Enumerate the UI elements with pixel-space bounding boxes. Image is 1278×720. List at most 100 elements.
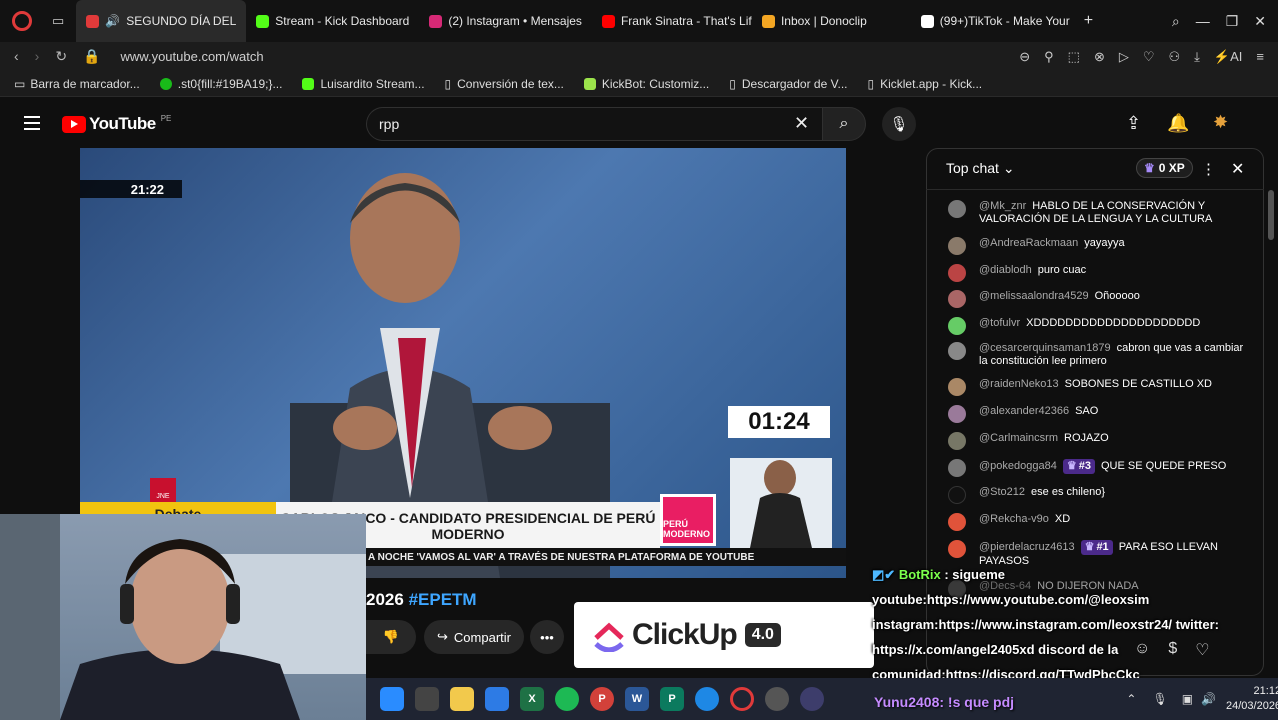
ai-button[interactable]: ⚡AI (1214, 49, 1242, 65)
volume-icon[interactable]: 🔊 (1201, 692, 1216, 706)
chat-message[interactable]: @raidenNeko13 SOBONES DE CASTILLO XD (948, 378, 1248, 396)
chat-message[interactable]: @Rekcha-v9o XD (948, 513, 1248, 531)
chat-message[interactable]: @Sto212 ese es chileno} (948, 486, 1248, 504)
avatar (948, 405, 966, 423)
tab-label: Stream - Kick Dashboard (275, 14, 410, 28)
chat-author: @Carlmaincsrm (979, 432, 1059, 444)
excel-icon[interactable]: X (520, 687, 544, 711)
emoji-icon[interactable]: ☺ (1134, 640, 1150, 660)
chat-author: @Sto212 (979, 486, 1026, 498)
chat-message[interactable]: @alexander42366 SAO (948, 405, 1248, 423)
more-actions-button[interactable]: ••• (530, 620, 564, 654)
stream-chat-overlay: ◩✔ BotRix : sigueme youtube:https://www.… (872, 562, 1232, 687)
dislike-button[interactable]: 👎 (366, 620, 416, 654)
adblock-icon[interactable]: ⊗ (1094, 49, 1105, 65)
calculator-icon[interactable] (415, 687, 439, 711)
mic-tray-icon[interactable]: 🎙 (1152, 692, 1167, 706)
opera-taskbar-icon[interactable] (730, 687, 754, 711)
system-clock[interactable]: 21:12 24/03/2026 (1226, 684, 1278, 714)
share-button[interactable]: ↪ Compartir (424, 620, 524, 654)
overlay-line: instagram:https://www.instagram.com/leox… (872, 617, 1219, 632)
obs-icon[interactable] (765, 687, 789, 711)
opera-logo-icon[interactable] (12, 11, 32, 31)
file-explorer-icon[interactable] (450, 687, 474, 711)
chat-author: @raidenNeko13 (979, 378, 1059, 390)
chat-message[interactable]: @melissaalondra4529 Oñooooo (948, 290, 1248, 308)
more-vertical-icon[interactable]: ⋮ (1201, 160, 1216, 178)
xp-badge[interactable]: ♛ 0 XP (1136, 158, 1193, 178)
minimize-icon[interactable]: — (1196, 13, 1210, 30)
avatar[interactable]: ✸ (1213, 112, 1228, 133)
notifications-bell-icon[interactable]: 🔔 (1167, 113, 1189, 134)
close-chat-icon[interactable]: ✕ (1231, 159, 1244, 179)
chat-message[interactable]: @Mk_znr HABLO DE LA CONSERVACIÓN Y VALORA… (948, 200, 1248, 226)
chat-text: ROJAZO (1064, 432, 1109, 444)
search-input[interactable]: rpp (366, 107, 822, 141)
store-icon[interactable] (485, 687, 509, 711)
chat-message[interactable]: @diablodh puro cuac (948, 264, 1248, 282)
bookmark-item[interactable]: ▯ Conversión de tex... (445, 77, 564, 91)
back-icon[interactable]: ‹ (14, 48, 19, 65)
tiktok-favicon-icon (920, 14, 934, 28)
maximize-icon[interactable]: ❐ (1226, 13, 1239, 30)
bookmark-item[interactable]: ▯ Kicklet.app - Kick... (867, 77, 982, 91)
network-icon[interactable]: ▣ (1182, 692, 1193, 706)
clear-search-icon[interactable]: ✕ (794, 113, 809, 134)
workspace-icon[interactable]: ▭ (52, 13, 64, 29)
tab-tiktok[interactable]: (99+)TikTok - Make Your (911, 0, 1080, 42)
bookmarks-bar: ▭ Barra de marcador... .st0{fill:#19BA19;… (0, 71, 1278, 97)
forward-icon[interactable]: › (35, 48, 40, 65)
reload-icon[interactable]: ↻ (55, 48, 67, 65)
hamburger-menu-icon[interactable] (24, 116, 40, 130)
profile-icon[interactable]: ⚇ (1169, 49, 1181, 65)
edge-icon[interactable] (695, 687, 719, 711)
chat-text: QUE SE QUEDE PRESO (1100, 460, 1227, 472)
clickup-ad[interactable]: ClickUp 4.0 (574, 602, 874, 668)
bookmark-item[interactable]: Luisardito Stream... (302, 77, 425, 91)
tray-chevron-icon[interactable]: ⌃ (1126, 692, 1136, 706)
publisher-icon[interactable]: P (660, 687, 684, 711)
tab-youtube[interactable]: 🔊 SEGUNDO DÍA DEL (76, 0, 247, 42)
app-icon[interactable] (800, 687, 824, 711)
voice-search-button[interactable]: 🎙 (882, 107, 916, 141)
spotify-icon[interactable] (555, 687, 579, 711)
chat-message[interactable]: @tofulvr XDDDDDDDDDDDDDDDDDDDDD (948, 317, 1248, 335)
search-icon: ⌕ (839, 115, 849, 132)
tab-instagram[interactable]: (2) Instagram • Mensajes (419, 0, 592, 42)
bookmark-item[interactable]: .st0{fill:#19BA19;}... (159, 77, 282, 91)
powerpoint-icon[interactable]: P (590, 687, 614, 711)
chat-message[interactable]: @cesarcerquinsaman1879 cabron que vas a c… (948, 342, 1248, 368)
tab-frank-sinatra[interactable]: Frank Sinatra - That's Life (592, 0, 752, 42)
bookmark-item[interactable]: KickBot: Customiz... (583, 77, 709, 91)
hashtag-link[interactable]: #EPETM (409, 590, 477, 609)
heart-icon[interactable]: ♡ (1143, 49, 1155, 65)
chat-message[interactable]: @Carlmaincsrm ROJAZO (948, 432, 1248, 450)
chat-message[interactable]: @pokedogga84 ♛ #3 QUE SE QUEDE PRESO (948, 459, 1248, 477)
super-chat-icon[interactable]: $ (1168, 640, 1177, 660)
windows-start-icon[interactable] (380, 687, 404, 711)
zoom-icon[interactable]: ⊖ (1019, 49, 1030, 65)
pin-icon[interactable]: ⚲ (1044, 49, 1054, 65)
youtube-logo[interactable]: YouTube PE (62, 114, 171, 134)
chat-scrollbar[interactable] (1268, 190, 1274, 240)
download-icon[interactable]: ⤓ (1194, 49, 1200, 65)
top-chat-dropdown[interactable]: Top chat ⌄ (946, 160, 1015, 177)
bookmark-item[interactable]: ▯ Descargador de V... (729, 77, 847, 91)
heart-icon[interactable]: ♡ (1195, 640, 1209, 660)
bookmark-folder[interactable]: ▭ Barra de marcador... (14, 77, 140, 91)
avatar (948, 459, 966, 477)
search-tabs-icon[interactable]: ⌕ (1172, 13, 1180, 30)
tab-kick-dashboard[interactable]: Stream - Kick Dashboard (246, 0, 419, 42)
menu-icon[interactable]: ≡ (1256, 49, 1264, 65)
screenshot-icon[interactable]: ⬚ (1068, 49, 1080, 65)
search-button[interactable]: ⌕ (822, 107, 866, 141)
upload-icon[interactable]: ⇪ (1126, 113, 1141, 134)
url-field[interactable]: www.youtube.com/watch (121, 49, 264, 64)
tab-donoclip[interactable]: Inbox | Donoclip (752, 0, 877, 42)
speaker-icon[interactable]: 🔊 (105, 14, 120, 28)
close-window-icon[interactable]: ✕ (1254, 13, 1266, 30)
word-icon[interactable]: W (625, 687, 649, 711)
chat-message[interactable]: @AndreaRackmaan yayayya (948, 237, 1248, 255)
new-tab-button[interactable]: + (1084, 12, 1093, 30)
send-icon[interactable]: ▷ (1119, 49, 1129, 65)
